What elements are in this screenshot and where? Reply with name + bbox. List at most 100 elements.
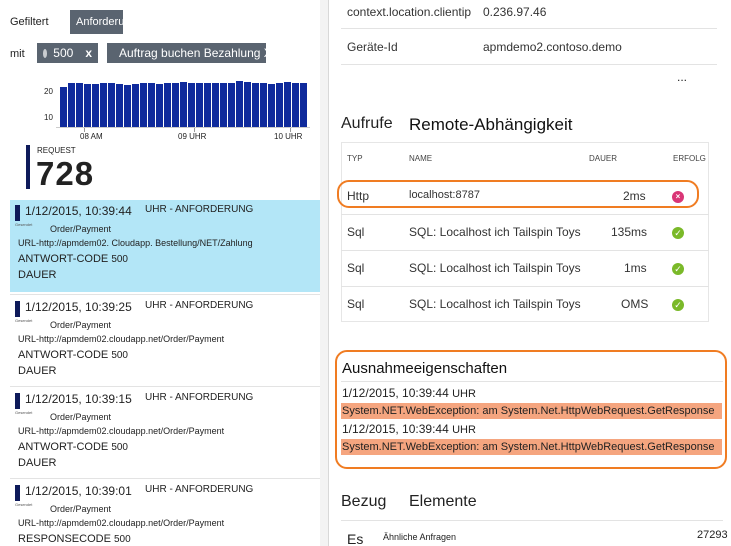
request-url: URL-http://apmdem02.cloudapp.net/Order/P… bbox=[18, 518, 225, 528]
row-name: SQL: Localhost ich Tailspin Toys bbox=[409, 297, 581, 311]
pane-splitter[interactable] bbox=[320, 0, 328, 546]
chart-bar bbox=[292, 83, 299, 127]
related-count: 27293 bbox=[697, 529, 728, 541]
chart-bar bbox=[300, 83, 307, 127]
list-item[interactable]: 1/12/2015, 10:39:01 UHR - ANFORDERUNG Ge… bbox=[10, 480, 320, 546]
chart-bar bbox=[172, 83, 179, 127]
check-icon: ✓ bbox=[672, 299, 684, 311]
tab-filtered[interactable]: Gefiltert bbox=[10, 16, 49, 28]
chart-bar bbox=[100, 83, 107, 127]
exception-message: System.NET.WebException: am System.Net.H… bbox=[341, 403, 722, 419]
chart-bar bbox=[180, 82, 187, 127]
request-tiny-label: Gesendet bbox=[15, 222, 33, 227]
request-time: 1/12/2015, 10:39:01 bbox=[25, 484, 132, 498]
x-tick-label: 09 UHR bbox=[178, 132, 207, 141]
filter-with-label: mit bbox=[10, 48, 25, 60]
request-operation: Order/Payment bbox=[50, 504, 112, 514]
request-duration-label: DAUER bbox=[18, 365, 57, 377]
row-duration: 135ms bbox=[611, 225, 648, 239]
tab-requests-label: Anforderu bbox=[76, 16, 123, 28]
chart-bar bbox=[188, 83, 195, 127]
request-duration-label: DAUER bbox=[18, 269, 57, 281]
x-tick-label: 08 AM bbox=[80, 132, 103, 141]
chart-bar bbox=[84, 84, 91, 127]
request-tiny-label: Gesendet bbox=[15, 410, 33, 415]
column-header-success: ERFOLG bbox=[673, 154, 706, 163]
request-url: URL-http://apmdem02.cloudapp.net/Order/P… bbox=[18, 426, 225, 436]
request-code-label: RESPONSECODE 500 bbox=[18, 533, 131, 545]
chart-bar bbox=[220, 83, 227, 127]
x-tick-label: 10 UHR bbox=[274, 132, 303, 141]
list-item[interactable]: 1/12/2015, 10:39:44 UHR - ANFORDERUNG Ge… bbox=[10, 200, 320, 292]
more-button[interactable]: ... bbox=[677, 70, 687, 84]
chart-bar bbox=[212, 83, 219, 127]
request-url: URL-http://apmdem02.cloudapp.net/Order/P… bbox=[18, 334, 225, 344]
summary-marker bbox=[26, 145, 30, 189]
request-kind: UHR - ANFORDERUNG bbox=[145, 300, 254, 311]
y-tick-label: 20 bbox=[44, 87, 53, 96]
table-row[interactable]: Sql SQL: Localhost ich Tailspin Toys 135… bbox=[341, 214, 709, 250]
elements-title: Elemente bbox=[409, 493, 477, 510]
table-row[interactable]: Sql SQL: Localhost ich Tailspin Toys 1ms… bbox=[341, 250, 709, 286]
row-name: SQL: Localhost ich Tailspin Toys bbox=[409, 225, 581, 239]
filter-chip-500[interactable]: 500 x bbox=[37, 43, 98, 63]
row-name: SQL: Localhost ich Tailspin Toys bbox=[409, 261, 581, 275]
remote-dependency-title: Remote-Abhängigkeit bbox=[409, 115, 573, 134]
chart-bar bbox=[204, 83, 211, 127]
chart-bar bbox=[236, 81, 243, 127]
request-operation: Order/Payment bbox=[50, 412, 112, 422]
table-row[interactable]: Sql SQL: Localhost ich Tailspin Toys OMS… bbox=[341, 286, 709, 322]
chart-bar bbox=[276, 83, 283, 127]
list-item[interactable]: 1/12/2015, 10:39:25 UHR - ANFORDERUNG Ge… bbox=[10, 296, 320, 388]
tab-requests[interactable]: Anforderu bbox=[70, 10, 123, 34]
chart-bar bbox=[132, 84, 139, 127]
check-icon: ✓ bbox=[672, 263, 684, 275]
severity-marker bbox=[15, 393, 20, 409]
chart-bar bbox=[268, 84, 275, 127]
property-value: 0.236.97.46 bbox=[483, 5, 547, 19]
severity-marker bbox=[15, 301, 20, 317]
list-item[interactable]: 1/12/2015, 10:39:15 UHR - ANFORDERUNG Ge… bbox=[10, 388, 320, 480]
property-key: Geräte-Id bbox=[347, 40, 398, 54]
chart-plot-area bbox=[56, 70, 310, 128]
filter-chip-operation[interactable]: Auftrag buchen Bezahlung X bbox=[107, 43, 266, 63]
related-title: Bezug bbox=[341, 493, 387, 510]
chart-bar bbox=[164, 83, 171, 127]
row-type: Sql bbox=[347, 297, 365, 311]
chart-bar bbox=[284, 82, 291, 127]
request-code-label: ANTWORT-CODE 500 bbox=[18, 349, 128, 361]
filter-chip-label: Auftrag buchen Bezahlung X bbox=[119, 46, 266, 60]
request-time: 1/12/2015, 10:39:44 bbox=[25, 204, 132, 218]
request-tiny-label: Gesendet bbox=[15, 502, 33, 507]
related-label: Ähnliche Anfragen bbox=[383, 532, 457, 542]
chart-bar bbox=[148, 83, 155, 127]
chart-bar bbox=[68, 83, 75, 127]
row-type: Sql bbox=[347, 261, 365, 275]
request-url: URL-http://apmdem02. Cloudapp. Bestellun… bbox=[18, 238, 253, 248]
property-value: apmdemo2.contoso.demo bbox=[483, 40, 622, 54]
chart-bar bbox=[140, 83, 147, 127]
related-row[interactable]: Es Ähnliche Anfragen 27293 bbox=[341, 522, 729, 546]
related-prefix: Es bbox=[347, 531, 364, 546]
chart-bar bbox=[92, 84, 99, 127]
request-kind: UHR - ANFORDERUNG bbox=[145, 204, 254, 215]
summary-label: REQUEST bbox=[37, 146, 76, 155]
row-duration: 1ms bbox=[624, 261, 647, 275]
summary-count: 728 bbox=[36, 155, 95, 192]
highlight-outline bbox=[337, 180, 699, 208]
chart-bar bbox=[196, 83, 203, 127]
close-icon[interactable]: x bbox=[85, 46, 92, 60]
chart-bar bbox=[116, 84, 123, 127]
exception-time: 1/12/2015, 10:39:44 UHR bbox=[342, 386, 476, 400]
calls-title: Aufrufe bbox=[341, 115, 393, 132]
request-tiny-label: Gesendet bbox=[15, 318, 33, 323]
y-tick-label: 10 bbox=[44, 113, 53, 122]
property-key: context.location.clientip bbox=[347, 5, 472, 19]
chart-bar bbox=[60, 87, 67, 127]
request-duration-label: DAUER bbox=[18, 457, 57, 469]
request-time: 1/12/2015, 10:39:25 bbox=[25, 300, 132, 314]
row-duration: OMS bbox=[621, 297, 649, 311]
request-list-pane: Gefiltert Anforderu mit 500 x Auftrag bu… bbox=[0, 0, 320, 546]
column-header-type: TYP bbox=[347, 154, 363, 163]
severity-marker bbox=[15, 485, 20, 501]
